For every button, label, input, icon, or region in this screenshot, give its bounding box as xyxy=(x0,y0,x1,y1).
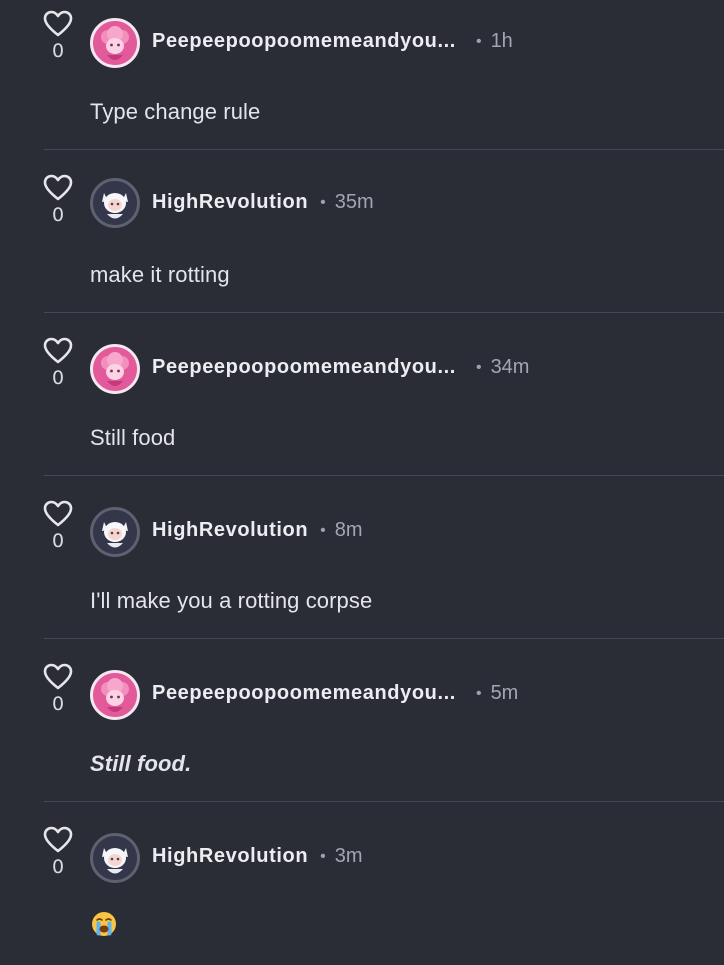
timestamp: 5m xyxy=(490,682,519,704)
separator-dot: • xyxy=(475,684,482,702)
separator-dot: • xyxy=(320,521,326,539)
comment-item: 0 HighRevolution • 8m I'll make you a ro… xyxy=(0,476,724,639)
comment-text: make it rotting xyxy=(90,262,230,287)
comment-text: Still food xyxy=(90,425,176,450)
white-cat-character-avatar-icon xyxy=(93,510,137,554)
avatar[interactable] xyxy=(90,507,140,557)
like-column: 0 xyxy=(40,337,76,389)
comment-item: 0 Peepeepoopoomemeandyou... • 34m Still … xyxy=(0,313,724,476)
comment-item: 0 HighRevolution • 3m xyxy=(0,802,724,965)
avatar[interactable] xyxy=(90,833,140,883)
heart-icon[interactable] xyxy=(43,10,73,38)
like-count: 0 xyxy=(51,693,65,715)
like-column: 0 xyxy=(40,10,76,62)
like-count: 0 xyxy=(51,204,65,226)
comment-meta: HighRevolution • 8m xyxy=(152,519,363,542)
comment-meta: HighRevolution • 3m xyxy=(152,845,363,868)
username[interactable]: Peepeepoopoomemeandyou... xyxy=(152,30,456,53)
username[interactable]: HighRevolution xyxy=(152,191,308,214)
like-count: 0 xyxy=(51,367,65,389)
avatar[interactable] xyxy=(90,670,140,720)
like-count: 0 xyxy=(51,856,65,878)
heart-icon[interactable] xyxy=(43,337,73,365)
like-count: 0 xyxy=(51,530,65,552)
separator-dot: • xyxy=(320,847,326,865)
avatar[interactable] xyxy=(90,18,140,68)
timestamp: 35m xyxy=(334,191,374,213)
timestamp: 8m xyxy=(334,519,363,541)
username[interactable]: HighRevolution xyxy=(152,519,308,542)
pink-character-avatar-icon xyxy=(93,21,137,65)
heart-icon[interactable] xyxy=(43,174,73,202)
comment-meta: Peepeepoopoomemeandyou... • 34m xyxy=(152,356,529,379)
comment-text: Type change rule xyxy=(90,99,261,124)
timestamp: 1h xyxy=(490,30,513,52)
pink-character-avatar-icon xyxy=(93,673,137,717)
separator-dot: • xyxy=(475,32,482,50)
like-column: 0 xyxy=(40,500,76,552)
pink-character-avatar-icon xyxy=(93,347,137,391)
heart-icon[interactable] xyxy=(43,826,73,854)
separator-dot: • xyxy=(475,358,482,376)
like-column: 0 xyxy=(40,826,76,878)
timestamp: 34m xyxy=(490,356,530,378)
heart-icon[interactable] xyxy=(43,500,73,528)
username[interactable]: Peepeepoopoomemeandyou... xyxy=(152,356,456,379)
like-column: 0 xyxy=(40,174,76,226)
loudly-crying-face-icon xyxy=(92,912,116,937)
heart-icon[interactable] xyxy=(43,663,73,691)
comment-text xyxy=(90,910,118,938)
separator-dot: • xyxy=(320,193,326,211)
username[interactable]: Peepeepoopoomemeandyou... xyxy=(152,682,456,705)
comment-item: 0 HighRevolution • 35m make it rotting xyxy=(0,150,724,313)
comment-meta: HighRevolution • 35m xyxy=(152,191,374,214)
comment-meta: Peepeepoopoomemeandyou... • 1h xyxy=(152,30,513,53)
like-column: 0 xyxy=(40,663,76,715)
like-count: 0 xyxy=(51,40,65,62)
comment-text: Still food. xyxy=(90,751,192,776)
avatar[interactable] xyxy=(90,344,140,394)
username[interactable]: HighRevolution xyxy=(152,845,308,868)
white-cat-character-avatar-icon xyxy=(93,181,137,225)
comment-meta: Peepeepoopoomemeandyou... • 5m xyxy=(152,682,518,705)
comment-text: I'll make you a rotting corpse xyxy=(90,588,373,613)
comment-feed: 0 Peepeepoopoomemeandyou... • 1h Type ch… xyxy=(0,0,724,965)
timestamp: 3m xyxy=(334,845,363,867)
avatar[interactable] xyxy=(90,178,140,228)
comment-item: 0 Peepeepoopoomemeandyou... • 1h Type ch… xyxy=(0,0,724,150)
comment-item: 0 Peepeepoopoomemeandyou... • 5m Still f… xyxy=(0,639,724,802)
white-cat-character-avatar-icon xyxy=(93,836,137,880)
